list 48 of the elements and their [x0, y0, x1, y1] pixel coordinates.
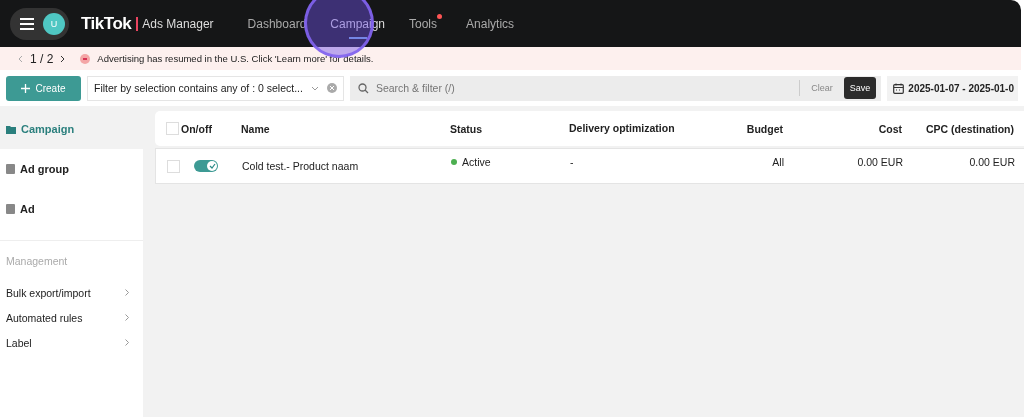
calendar-icon — [893, 82, 905, 94]
date-range-picker[interactable]: 2025-01-07 - 2025-01-0 — [887, 75, 1018, 101]
nav-tab[interactable]: Tools — [409, 0, 443, 47]
menu-item[interactable]: Automated rules — [0, 305, 143, 330]
table-cell-text: - — [570, 155, 575, 170]
filter-dropdown[interactable]: Filter by selection contains any of : 0 select... — [87, 75, 344, 101]
chevron-right-icon[interactable] — [60, 54, 66, 63]
chevron-right-icon — [125, 339, 129, 346]
logo-subtitle: Ads Manager — [136, 16, 214, 31]
column-header: Status — [450, 122, 484, 135]
row-checkbox[interactable] — [167, 159, 180, 173]
level-tab[interactable]: Ad — [0, 189, 143, 229]
save-button[interactable]: Save — [843, 77, 877, 99]
level-tab[interactable]: Campaign — [0, 109, 143, 149]
column-header: CPC (destination) — [924, 122, 1014, 135]
document-icon — [6, 164, 15, 174]
menu-item[interactable]: Label — [0, 330, 143, 355]
logo: TikTok — [81, 13, 132, 34]
level-tab[interactable]: Ad group — [0, 149, 143, 189]
column-header: Cost — [877, 122, 902, 135]
chevron-right-icon — [125, 289, 129, 296]
select-all-checkbox[interactable] — [166, 122, 179, 135]
table-cell-text: All — [771, 155, 784, 170]
column-header: Delivery optimization — [569, 120, 676, 136]
table-cell[interactable]: Cold test.- Product naam — [242, 149, 451, 183]
status-text: Active — [462, 156, 491, 168]
check-icon — [208, 163, 216, 169]
clear-icon — [326, 83, 337, 93]
pager-text: 1 / 2 — [30, 51, 54, 66]
chevron-left-icon[interactable] — [18, 54, 23, 63]
menu-icon — [19, 16, 35, 31]
toggle-switch[interactable] — [194, 160, 218, 172]
section-heading: Management — [5, 255, 69, 269]
nav-tab[interactable]: Analytics — [466, 0, 515, 47]
chevron-down-icon — [310, 85, 319, 91]
minus-circle-icon — [80, 53, 91, 64]
plus-icon — [21, 83, 31, 93]
search-icon — [357, 82, 369, 94]
column-header: Name — [241, 122, 271, 135]
table-cell-text: 0.00 EUR — [856, 155, 903, 170]
column-header: On/off — [180, 122, 213, 135]
column-header: Budget — [745, 122, 783, 135]
search-field[interactable]: Search & filter (/) Clear Save — [349, 75, 882, 101]
document-icon — [6, 204, 15, 214]
chevron-right-icon — [125, 314, 129, 321]
folder-icon — [6, 124, 16, 134]
menu-item[interactable]: Bulk export/import — [0, 280, 143, 305]
table-cell-text: 0.00 EUR — [968, 155, 1015, 170]
